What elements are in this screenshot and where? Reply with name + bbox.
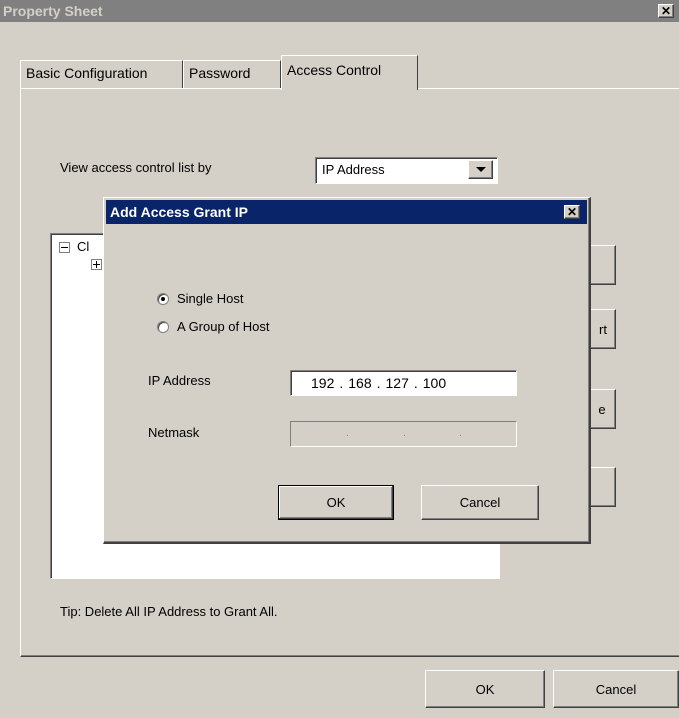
ip-octet-3[interactable]: 127 xyxy=(386,375,409,391)
ip-address-label: IP Address xyxy=(148,373,211,388)
tab-password[interactable]: Password xyxy=(183,60,281,88)
dialog-ok-button[interactable]: OK xyxy=(278,485,394,520)
ok-button[interactable]: OK xyxy=(425,670,545,708)
tree-expand-icon[interactable] xyxy=(91,259,102,270)
dialog-title: Add Access Grant IP xyxy=(110,204,248,220)
dialog-title-bar[interactable]: Add Access Grant IP ✕ xyxy=(106,200,587,224)
view-by-select[interactable]: IP Address xyxy=(315,157,498,184)
window-title: Property Sheet xyxy=(3,3,103,19)
window-close-button[interactable]: ✕ xyxy=(658,4,674,18)
tree-root-label[interactable]: Cl xyxy=(77,239,89,254)
ip-address-field[interactable]: 192. 168. 127. 100 xyxy=(290,370,517,396)
tab-basic-configuration[interactable]: Basic Configuration xyxy=(20,60,183,88)
view-by-select-value: IP Address xyxy=(322,162,385,177)
close-icon: ✕ xyxy=(566,205,578,219)
tip-text: Tip: Delete All IP Address to Grant All. xyxy=(60,604,278,619)
netmask-label: Netmask xyxy=(148,425,200,440)
add-access-grant-dialog: Add Access Grant IP ✕ Single Host A Grou… xyxy=(103,197,591,544)
radio-unselected-icon xyxy=(157,320,169,333)
dropdown-button[interactable] xyxy=(468,160,493,179)
radio-selected-icon xyxy=(157,292,169,305)
group-host-label: A Group of Host xyxy=(177,319,270,334)
ip-octet-4[interactable]: 100 xyxy=(423,375,446,391)
window-title-bar[interactable]: Property Sheet ✕ xyxy=(0,0,679,22)
view-by-label: View access control list by xyxy=(60,160,212,175)
single-host-label: Single Host xyxy=(177,291,244,306)
tab-access-control[interactable]: Access Control xyxy=(281,55,418,90)
tree-collapse-icon[interactable] xyxy=(59,242,70,253)
netmask-field: . . . xyxy=(290,421,517,447)
ip-octet-1[interactable]: 192 xyxy=(311,375,334,391)
cancel-button[interactable]: Cancel xyxy=(553,670,679,708)
group-host-radio[interactable]: A Group of Host xyxy=(157,319,270,334)
ip-octet-2[interactable]: 168 xyxy=(348,375,371,391)
dialog-close-button[interactable]: ✕ xyxy=(564,205,580,219)
dialog-cancel-button[interactable]: Cancel xyxy=(421,485,539,520)
close-icon: ✕ xyxy=(660,4,672,18)
single-host-radio[interactable]: Single Host xyxy=(157,291,243,306)
chevron-down-icon xyxy=(476,167,486,172)
